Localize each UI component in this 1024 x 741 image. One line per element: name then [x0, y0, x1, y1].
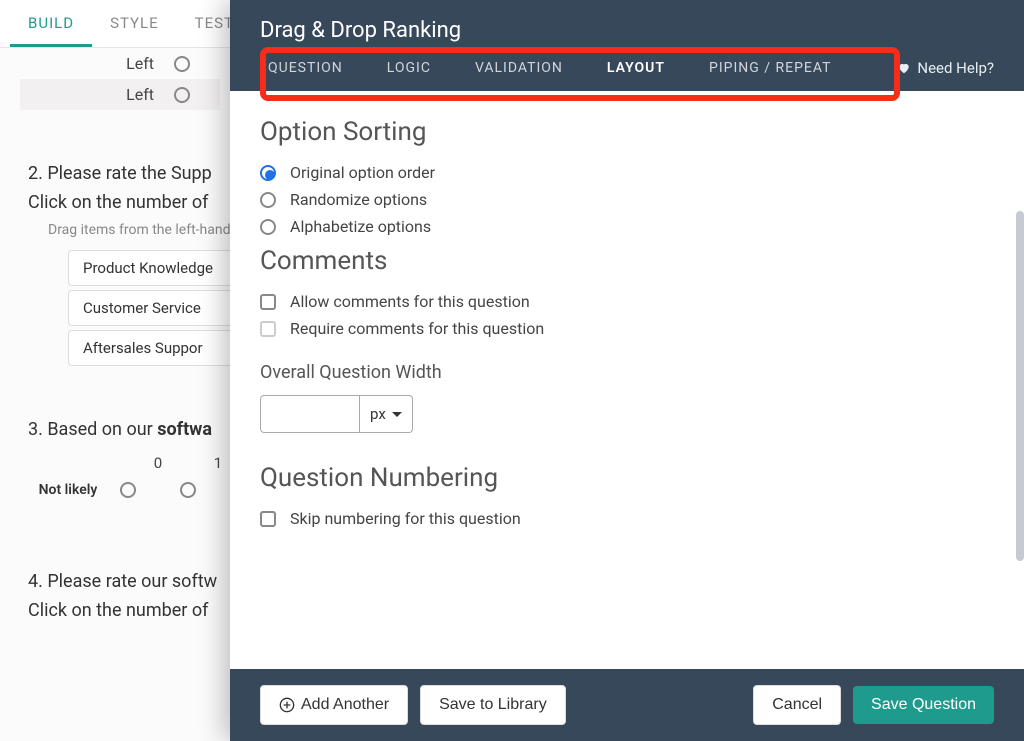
modal-tabs: QUESTION LOGIC VALIDATION LAYOUT PIPING …: [260, 59, 994, 91]
radio-icon: [260, 219, 276, 235]
tab-build[interactable]: BUILD: [10, 0, 92, 47]
question-text-part: 3. Based on our: [28, 419, 157, 440]
modal-header: Drag & Drop Ranking QUESTION LOGIC VALID…: [230, 0, 1024, 91]
tab-question[interactable]: QUESTION: [268, 60, 343, 76]
cancel-label: Cancel: [772, 696, 822, 714]
save-to-library-label: Save to Library: [439, 696, 547, 714]
need-help-label: Need Help?: [917, 59, 994, 77]
radio-icon: [260, 192, 276, 208]
add-another-label: Add Another: [301, 696, 389, 714]
scale-row-label: Not likely: [38, 482, 98, 498]
scrollbar[interactable]: [1016, 211, 1024, 561]
width-unit-label: px: [370, 405, 386, 423]
modal-footer: Add Another Save to Library Cancel Save …: [230, 669, 1024, 741]
width-unit-dropdown[interactable]: px: [360, 395, 413, 433]
tab-layout[interactable]: LAYOUT: [607, 60, 665, 76]
scale-col-0: 0: [128, 454, 188, 472]
width-control: px: [260, 395, 994, 433]
bg-row-left-2: Left: [20, 79, 220, 110]
checkbox-icon: [260, 321, 276, 337]
question-editor-modal: Drag & Drop Ranking QUESTION LOGIC VALID…: [230, 0, 1024, 741]
option-label: Alphabetize options: [290, 217, 431, 236]
section-comments: Comments: [260, 246, 994, 276]
bg-row-label: Left: [126, 54, 154, 73]
option-randomize[interactable]: Randomize options: [260, 190, 994, 209]
question-text-bold: softwa: [157, 419, 212, 440]
checkbox-label: Allow comments for this question: [290, 292, 530, 311]
option-original-order[interactable]: Original option order: [260, 163, 994, 182]
tab-style[interactable]: STYLE: [92, 0, 177, 47]
add-another-button[interactable]: Add Another: [260, 685, 408, 725]
need-help-link[interactable]: Need Help?: [897, 59, 994, 77]
radio-icon[interactable]: [120, 482, 136, 498]
bg-row-left-1: Left: [20, 48, 220, 79]
checkbox-skip-numbering[interactable]: Skip numbering for this question: [260, 509, 994, 528]
checkbox-allow-comments[interactable]: Allow comments for this question: [260, 292, 994, 311]
tab-logic[interactable]: LOGIC: [387, 60, 431, 76]
radio-icon[interactable]: [174, 56, 190, 72]
save-to-library-button[interactable]: Save to Library: [420, 685, 566, 725]
width-input[interactable]: [260, 395, 360, 433]
plus-circle-icon: [279, 697, 295, 713]
chevron-down-icon: [392, 412, 402, 417]
checkbox-label: Skip numbering for this question: [290, 509, 521, 528]
section-overall-width: Overall Question Width: [260, 362, 994, 383]
tab-piping[interactable]: PIPING / REPEAT: [709, 60, 832, 76]
checkbox-label: Require comments for this question: [290, 319, 544, 338]
radio-icon[interactable]: [180, 482, 196, 498]
checkbox-icon: [260, 511, 276, 527]
checkbox-icon: [260, 294, 276, 310]
checkbox-require-comments[interactable]: Require comments for this question: [260, 319, 994, 338]
tab-validation[interactable]: VALIDATION: [475, 60, 563, 76]
modal-body: Option Sorting Original option order Ran…: [230, 91, 1024, 669]
save-question-label: Save Question: [871, 696, 976, 714]
bg-row-label: Left: [126, 85, 154, 104]
cancel-button[interactable]: Cancel: [753, 685, 841, 725]
section-option-sorting: Option Sorting: [260, 117, 994, 147]
modal-title: Drag & Drop Ranking: [260, 18, 994, 43]
option-label: Randomize options: [290, 190, 427, 209]
radio-icon[interactable]: [174, 87, 190, 103]
heart-icon: [897, 61, 911, 75]
save-question-button[interactable]: Save Question: [853, 686, 994, 724]
option-alphabetize[interactable]: Alphabetize options: [260, 217, 994, 236]
option-label: Original option order: [290, 163, 435, 182]
section-numbering: Question Numbering: [260, 463, 994, 493]
radio-icon: [260, 165, 276, 181]
